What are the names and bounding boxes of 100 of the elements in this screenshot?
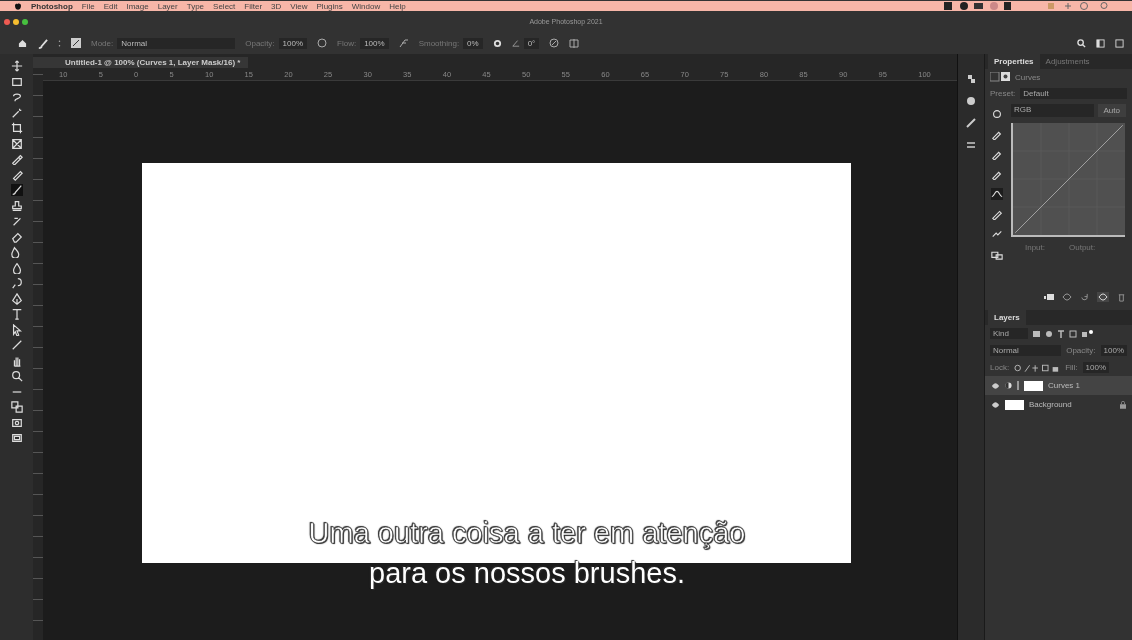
tool-icon[interactable]: [10, 308, 23, 320]
share-icon[interactable]: [1115, 38, 1124, 48]
adjustment-icon: [990, 72, 1010, 82]
subtitle: Uma outra coisa a ter em atenção: [308, 517, 746, 549]
brush-icon[interactable]: [37, 37, 48, 49]
tool-icon[interactable]: [10, 401, 23, 413]
panel-tab[interactable]: Layers: [988, 310, 1026, 325]
flow-label: Flow:: [337, 38, 357, 48]
tool-icon[interactable]: [10, 339, 23, 351]
tool-icon[interactable]: [10, 277, 23, 289]
eye-icon[interactable]: [991, 382, 1000, 389]
angle-icon: [511, 39, 520, 47]
tool-icon[interactable]: [10, 137, 23, 150]
menu-item[interactable]: Filter: [244, 1, 263, 11]
menu-item[interactable]: Plugins: [316, 1, 343, 11]
adjustment-icon: [1005, 382, 1012, 389]
home-icon[interactable]: [18, 38, 27, 48]
menu-item[interactable]: View: [290, 1, 308, 11]
search-icon[interactable]: [1077, 38, 1086, 48]
menu-item[interactable]: File: [81, 1, 95, 11]
adjustment-name: Curves: [1015, 72, 1041, 82]
panel-tab[interactable]: Properties: [988, 54, 1040, 69]
tool-icon[interactable]: [10, 153, 23, 165]
curve-tool-icon[interactable]: [991, 228, 1003, 240]
fill-field[interactable]: 100%: [1082, 362, 1110, 373]
menu-item[interactable]: Help: [389, 1, 406, 11]
smoothing-label: Smoothing:: [418, 38, 460, 48]
apple-icon[interactable]: [14, 1, 22, 11]
angle-field[interactable]: 0°: [523, 37, 540, 49]
blend-mode-dropdown[interactable]: Normal: [990, 345, 1062, 356]
window-controls[interactable]: [4, 18, 30, 25]
tool-icon[interactable]: [10, 106, 23, 119]
menu-item[interactable]: Select: [213, 1, 236, 11]
document-tab[interactable]: Untitled-1 @ 100% (Curves 1, Layer Mask/16) *: [33, 57, 249, 68]
subtitle: para os nossos brushes.: [369, 557, 685, 589]
menu-item[interactable]: Type: [186, 1, 205, 11]
brush-settings-icon[interactable]: [71, 38, 81, 48]
curves-graph[interactable]: [1011, 123, 1125, 237]
opacity-field[interactable]: 100%: [278, 37, 308, 49]
tool-icon[interactable]: [10, 168, 23, 181]
delete-icon[interactable]: [1117, 292, 1126, 302]
preset-label: Preset:: [990, 89, 1016, 98]
smoothing-field[interactable]: 0%: [463, 37, 483, 49]
tool-icon[interactable]: [10, 91, 23, 103]
preset-dropdown[interactable]: Default: [1020, 88, 1127, 99]
menu-item[interactable]: Edit: [103, 1, 118, 11]
output-label: Output:: [1069, 243, 1096, 252]
tool-icon[interactable]: [10, 261, 23, 274]
symmetry-icon[interactable]: [569, 38, 580, 48]
brush-icon[interactable]: [966, 118, 976, 128]
channel-dropdown[interactable]: RGB: [1011, 104, 1094, 117]
tool-icon[interactable]: [10, 122, 23, 134]
menu-item[interactable]: Layer: [157, 1, 178, 11]
lock-icons[interactable]: [1014, 363, 1061, 372]
tool-icon[interactable]: [10, 292, 23, 305]
airbrush-icon[interactable]: [398, 38, 409, 48]
brush-size-icon[interactable]: [58, 38, 61, 48]
tool-icon[interactable]: [10, 215, 23, 227]
menu-item[interactable]: Window: [351, 1, 381, 11]
curve-tool-icon[interactable]: [991, 108, 1003, 120]
opacity-label: Opacity:: [245, 38, 275, 48]
settings-icon[interactable]: [492, 38, 502, 48]
tool-icon[interactable]: [10, 60, 23, 72]
opacity-label: Opacity:: [1066, 346, 1096, 355]
auto-button[interactable]: Auto: [1097, 104, 1126, 117]
pressure-size-icon[interactable]: [549, 38, 560, 48]
mode-label: Mode:: [91, 38, 114, 48]
tool-icon[interactable]: [10, 199, 23, 212]
mode-dropdown[interactable]: Normal: [117, 37, 236, 49]
tool-icon[interactable]: [10, 432, 23, 444]
tool-icon[interactable]: [10, 370, 23, 382]
eye-icon[interactable]: [991, 401, 1000, 408]
workspace-icon[interactable]: [1096, 38, 1105, 48]
menu-item[interactable]: Image: [126, 1, 149, 11]
opacity-field[interactable]: 100%: [1100, 345, 1127, 356]
layer-row[interactable]: Curves 1: [985, 376, 1132, 395]
history-icon[interactable]: [966, 74, 976, 84]
pressure-icon[interactable]: [317, 38, 328, 48]
tool-icon[interactable]: [10, 184, 23, 196]
menu-item[interactable]: 3D: [271, 1, 282, 11]
layer-name: Background: [1029, 400, 1073, 409]
tool-icon[interactable]: [10, 75, 23, 88]
menu-item[interactable]: Photoshop: [31, 1, 73, 11]
tool-icon[interactable]: [10, 323, 23, 336]
layer-row[interactable]: Background: [985, 395, 1132, 414]
curve-tool-icon[interactable]: [991, 188, 1003, 200]
view-previous-icon[interactable]: [1062, 293, 1072, 301]
lock-icon: [1120, 400, 1126, 409]
input-label: Input:: [1025, 243, 1045, 252]
panel-tab[interactable]: Adjustments: [1039, 54, 1096, 69]
fill-label: Fill:: [1065, 363, 1078, 372]
curve-tool-icon[interactable]: [991, 208, 1003, 220]
filter-dropdown[interactable]: Kind: [990, 328, 1028, 339]
filter-icons[interactable]: [1033, 329, 1093, 338]
clip-icon[interactable]: [1044, 293, 1054, 301]
flow-field[interactable]: 100%: [360, 37, 389, 49]
tool-icon[interactable]: [10, 230, 23, 243]
visibility-icon[interactable]: [1097, 292, 1109, 302]
tool-icon[interactable]: [10, 416, 23, 429]
sliders-icon[interactable]: [966, 140, 976, 150]
